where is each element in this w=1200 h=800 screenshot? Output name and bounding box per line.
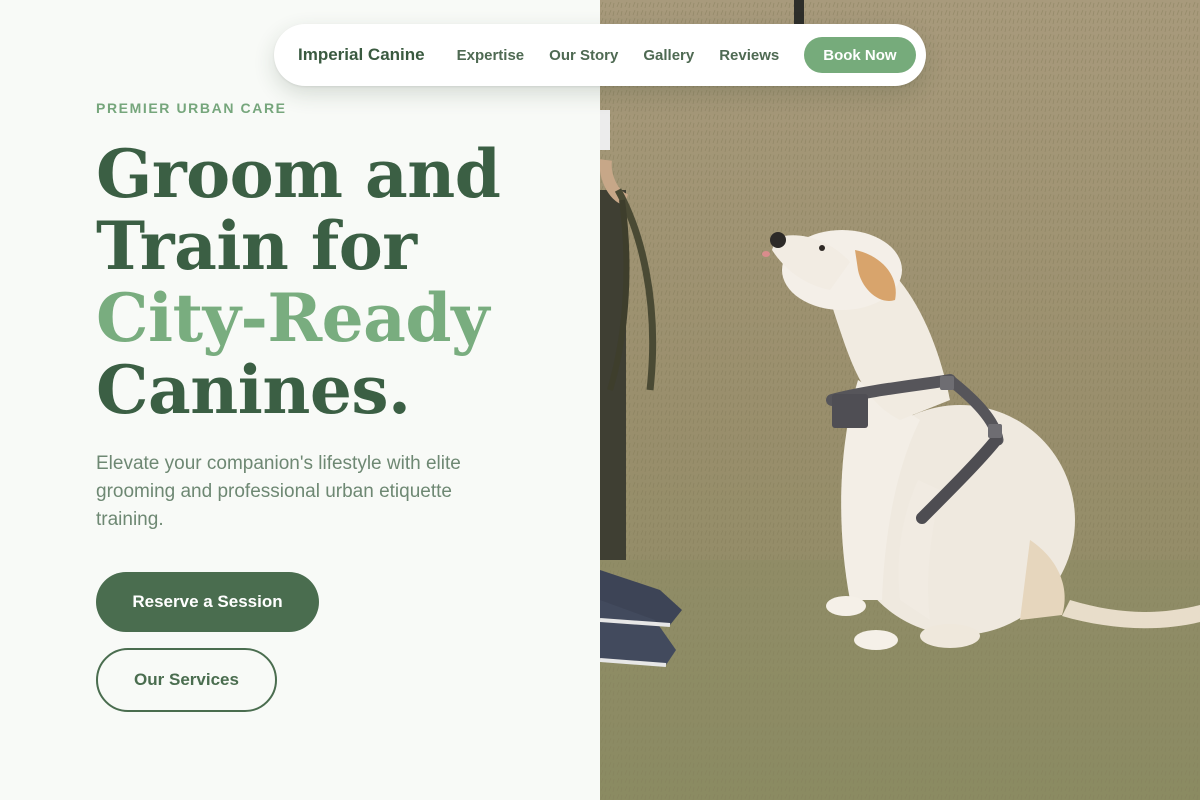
hero-subtext: Elevate your companion's lifestyle with …	[96, 453, 461, 530]
headline-line-2: Train for	[96, 207, 417, 285]
nav-link-reviews[interactable]: Reviews	[719, 47, 779, 64]
hero-headline: Groom and Train for City-Ready Canines.	[96, 138, 576, 426]
hero-eyebrow: PREMIER URBAN CARE	[96, 100, 287, 116]
book-now-button[interactable]: Book Now	[804, 37, 916, 73]
hero-photo	[600, 0, 1200, 800]
brand-logo-text[interactable]: Imperial Canine	[298, 45, 425, 65]
headline-line-4: Canines.	[96, 351, 411, 429]
reserve-session-button[interactable]: Reserve a Session	[96, 572, 319, 632]
nav-link-our-story[interactable]: Our Story	[549, 47, 618, 64]
nav-link-gallery[interactable]: Gallery	[643, 47, 694, 64]
our-services-button[interactable]: Our Services	[96, 648, 277, 712]
nav-link-expertise[interactable]: Expertise	[457, 47, 525, 64]
dog-photo-illustration	[600, 0, 1200, 800]
top-navbar: Imperial Canine Expertise Our Story Gall…	[274, 24, 926, 86]
headline-line-3-accent: City-Ready	[96, 279, 489, 357]
headline-line-1: Groom and	[96, 135, 501, 213]
